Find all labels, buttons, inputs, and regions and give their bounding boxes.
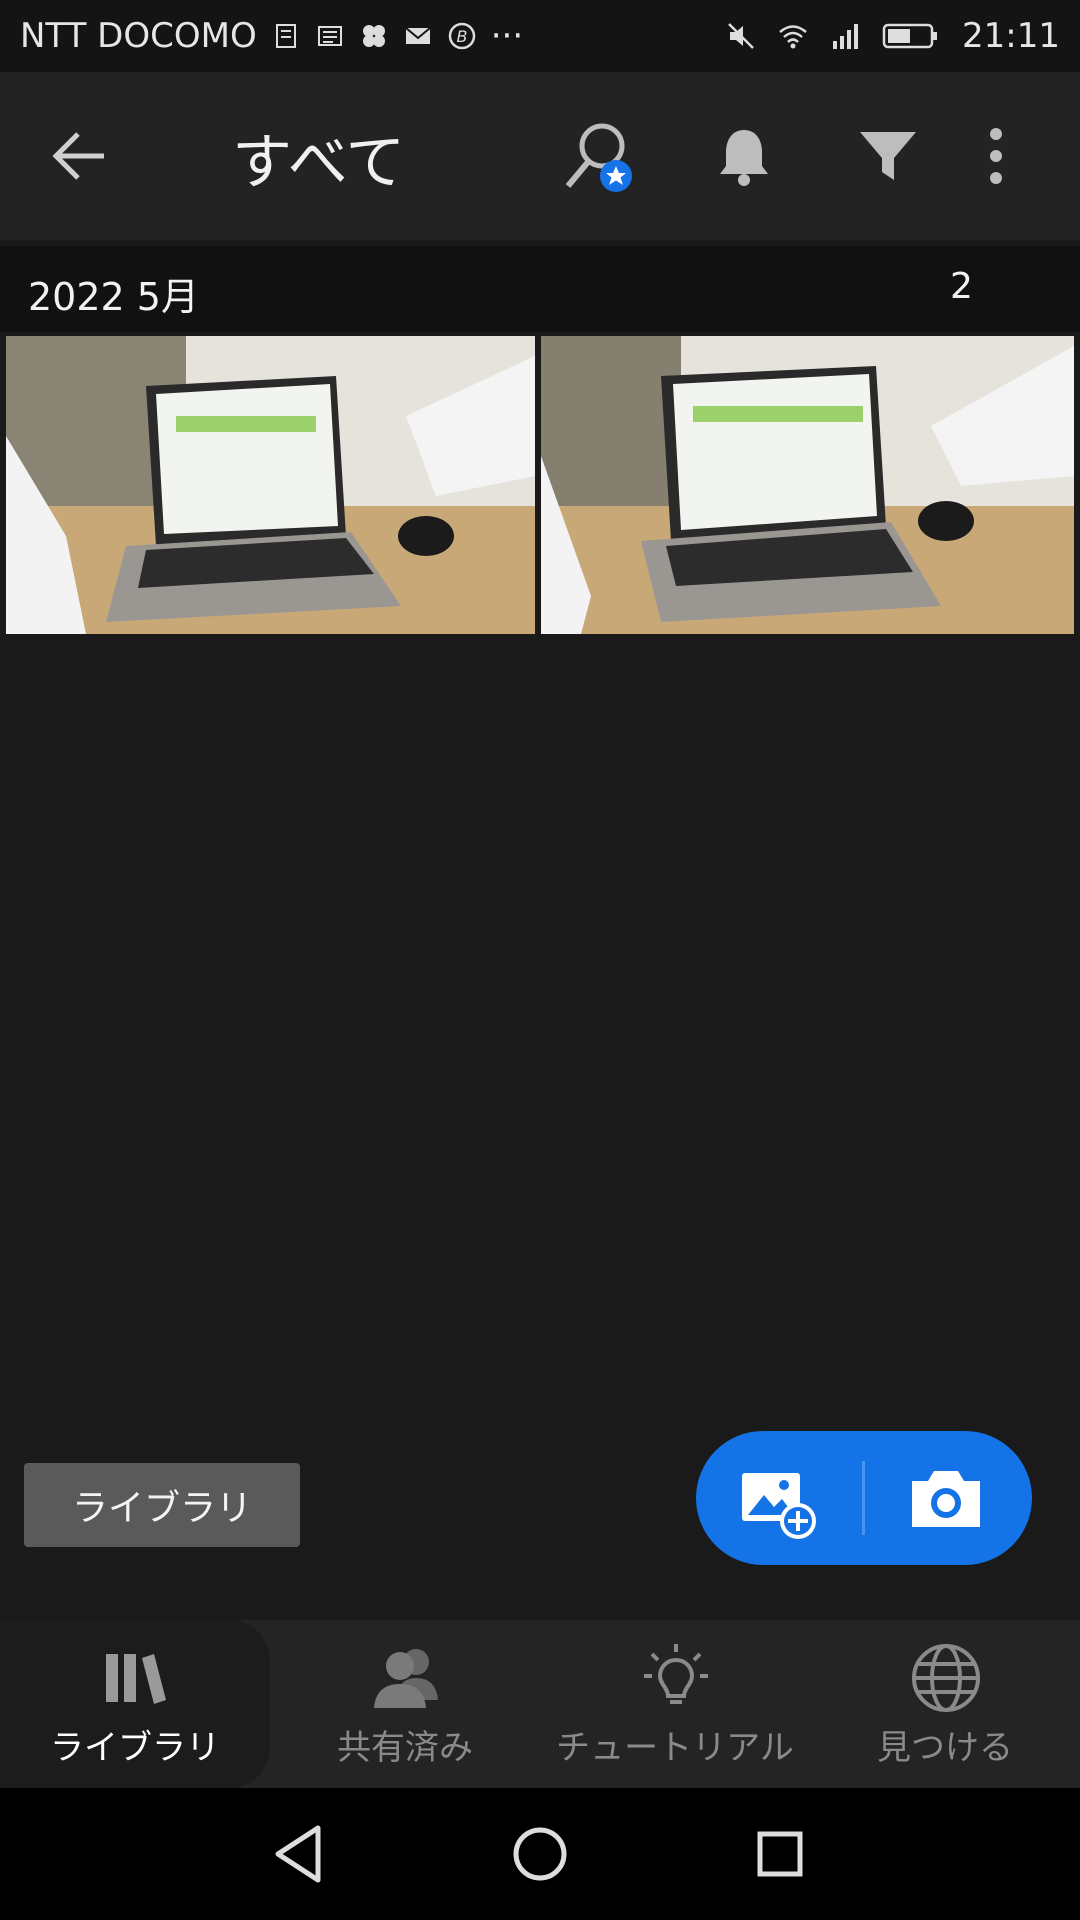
page-title: すべて — [232, 128, 406, 198]
nav-tutorial[interactable]: チュートリアル — [540, 1620, 810, 1788]
lightbulb-icon — [644, 1644, 708, 1704]
search-star-icon[interactable] — [562, 120, 638, 200]
add-photo-fab — [696, 1431, 1032, 1565]
globe-icon — [912, 1644, 980, 1712]
svg-text:B: B — [456, 27, 467, 46]
camera-icon[interactable] — [908, 1465, 984, 1531]
system-navigation-bar — [0, 1788, 1080, 1920]
news-icon — [317, 26, 342, 46]
b-circle-icon: B — [448, 22, 475, 50]
more-notifications-indicator: ··· — [490, 16, 524, 56]
mute-icon — [728, 23, 754, 49]
system-home-icon[interactable] — [508, 1822, 572, 1886]
shared-people-icon — [374, 1649, 438, 1708]
nav-library-label: ライブラリ — [50, 1728, 220, 1768]
laptop-photo-image — [541, 336, 1074, 634]
nav-discover[interactable]: 見つける — [810, 1620, 1080, 1788]
bell-icon[interactable] — [712, 124, 776, 188]
system-back-icon[interactable] — [268, 1822, 332, 1886]
bottom-navigation: ライブラリ 共有済み チュートリアル 見つける — [0, 1620, 1080, 1788]
top-app-bar: すべて — [0, 72, 1080, 240]
date-section-header: 2022 5月 2 — [0, 246, 1080, 332]
section-photo-count: 2 — [950, 266, 973, 307]
library-chip-label: ライブラリ — [71, 1488, 252, 1529]
battery-icon — [882, 23, 938, 49]
pinwheel-icon — [362, 25, 385, 47]
laptop-photo-image — [6, 336, 535, 634]
system-recents-icon[interactable] — [748, 1822, 812, 1886]
back-arrow-icon[interactable] — [48, 124, 112, 188]
add-photo-icon[interactable] — [740, 1469, 818, 1541]
mail-icon — [405, 27, 431, 44]
sim-card-icon — [275, 24, 296, 48]
section-date: 2022 5月 — [28, 275, 199, 319]
nav-shared-label: 共有済み — [337, 1728, 473, 1768]
clock: 21:11 — [962, 16, 1060, 56]
library-label-chip: ライブラリ — [24, 1463, 300, 1547]
photo-thumbnail[interactable] — [541, 336, 1074, 634]
fab-divider — [862, 1461, 865, 1535]
nav-library[interactable]: ライブラリ — [0, 1620, 270, 1788]
carrier-label: NTT DOCOMO — [20, 16, 257, 56]
filter-icon[interactable] — [858, 126, 918, 186]
signal-icon — [833, 24, 859, 49]
wifi-icon — [779, 25, 807, 49]
nav-shared[interactable]: 共有済み — [270, 1620, 540, 1788]
status-bar: NTT DOCOMO B ··· 21:11 — [0, 0, 1080, 72]
nav-tutorial-label: チュートリアル — [556, 1728, 794, 1768]
library-icon — [106, 1654, 166, 1704]
photo-thumbnail[interactable] — [6, 336, 535, 634]
more-vert-icon[interactable] — [980, 124, 1012, 188]
nav-discover-label: 見つける — [877, 1728, 1013, 1768]
